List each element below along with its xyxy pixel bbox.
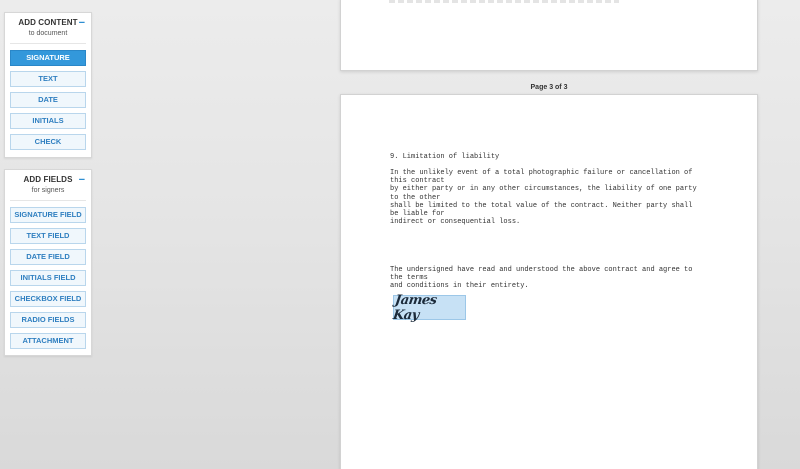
text-button[interactable]: TEXT — [10, 71, 86, 87]
attachment-button[interactable]: ATTACHMENT — [10, 333, 86, 349]
collapse-minus-icon[interactable]: − — [79, 174, 85, 186]
liability-paragraph: In the unlikely event of a total photogr… — [390, 169, 697, 227]
signature-text: James Kay — [391, 292, 438, 323]
radio-fields-button[interactable]: RADIO FIELDS — [10, 312, 86, 328]
add-fields-header: ADD FIELDS for signers − — [10, 174, 86, 201]
acknowledgement-paragraph: The undersigned have read and understood… — [390, 266, 693, 291]
signature-field-button[interactable]: SIGNATURE FIELD — [10, 207, 86, 223]
page-indicator: Page 3 of 3 — [530, 84, 568, 91]
date-field-button[interactable]: DATE FIELD — [10, 249, 86, 265]
add-content-panel: ADD CONTENT to document − SIGNATURE TEXT… — [4, 12, 92, 158]
collapse-minus-icon[interactable]: − — [79, 17, 85, 29]
faded-text-line — [389, 0, 619, 3]
initials-button[interactable]: INITIALS — [10, 113, 86, 129]
initials-field-button[interactable]: INITIALS FIELD — [10, 270, 86, 286]
document-page-2 — [340, 0, 758, 71]
signature-button[interactable]: SIGNATURE — [10, 50, 86, 66]
placed-signature[interactable]: James Kay — [391, 292, 466, 323]
add-content-header: ADD CONTENT to document − — [10, 17, 86, 44]
section-heading: 9. Limitation of liability — [390, 153, 500, 161]
check-button[interactable]: CHECK — [10, 134, 86, 150]
add-content-subtitle: to document — [28, 30, 68, 37]
document-page-3[interactable]: 9. Limitation of liability In the unlike… — [340, 94, 758, 469]
add-fields-title: ADD FIELDS — [23, 175, 73, 184]
add-content-title: ADD CONTENT — [18, 18, 78, 27]
checkbox-field-button[interactable]: CHECKBOX FIELD — [10, 291, 86, 307]
text-field-button[interactable]: TEXT FIELD — [10, 228, 86, 244]
add-fields-subtitle: for signers — [31, 187, 65, 194]
date-button[interactable]: DATE — [10, 92, 86, 108]
add-fields-panel: ADD FIELDS for signers − SIGNATURE FIELD… — [4, 169, 92, 356]
